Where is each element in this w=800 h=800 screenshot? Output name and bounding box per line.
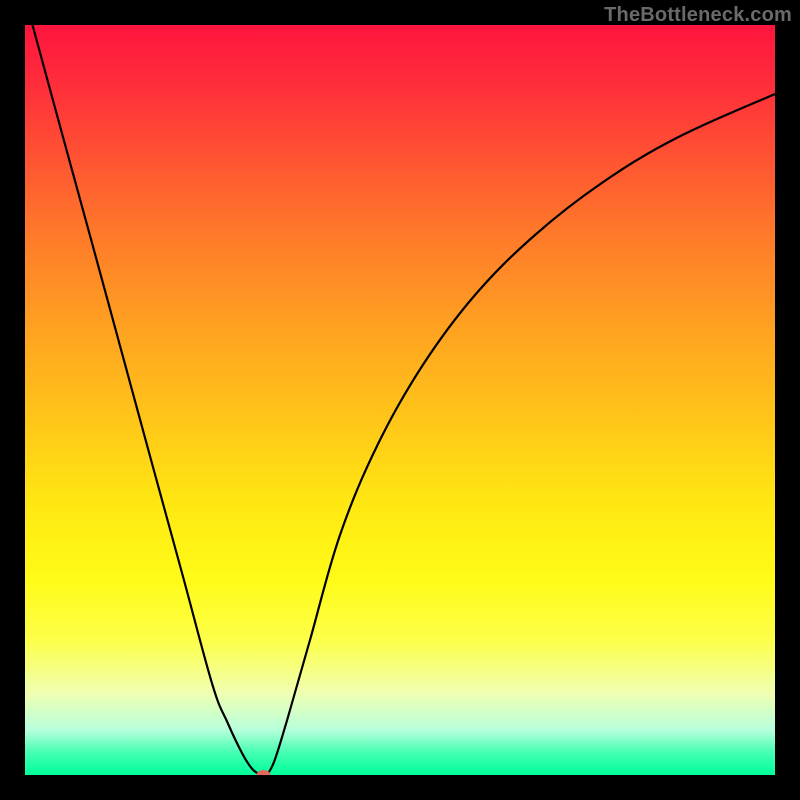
- curve-left-branch: [33, 25, 264, 775]
- curves-group: [33, 25, 776, 775]
- minimum-marker-icon: [257, 770, 271, 775]
- marker-group: [257, 770, 271, 775]
- watermark-text: TheBottleneck.com: [604, 4, 792, 27]
- plot-area: [25, 25, 775, 775]
- chart-frame: TheBottleneck.com: [0, 0, 800, 800]
- curve-right-branch: [264, 94, 776, 775]
- chart-svg: [25, 25, 775, 775]
